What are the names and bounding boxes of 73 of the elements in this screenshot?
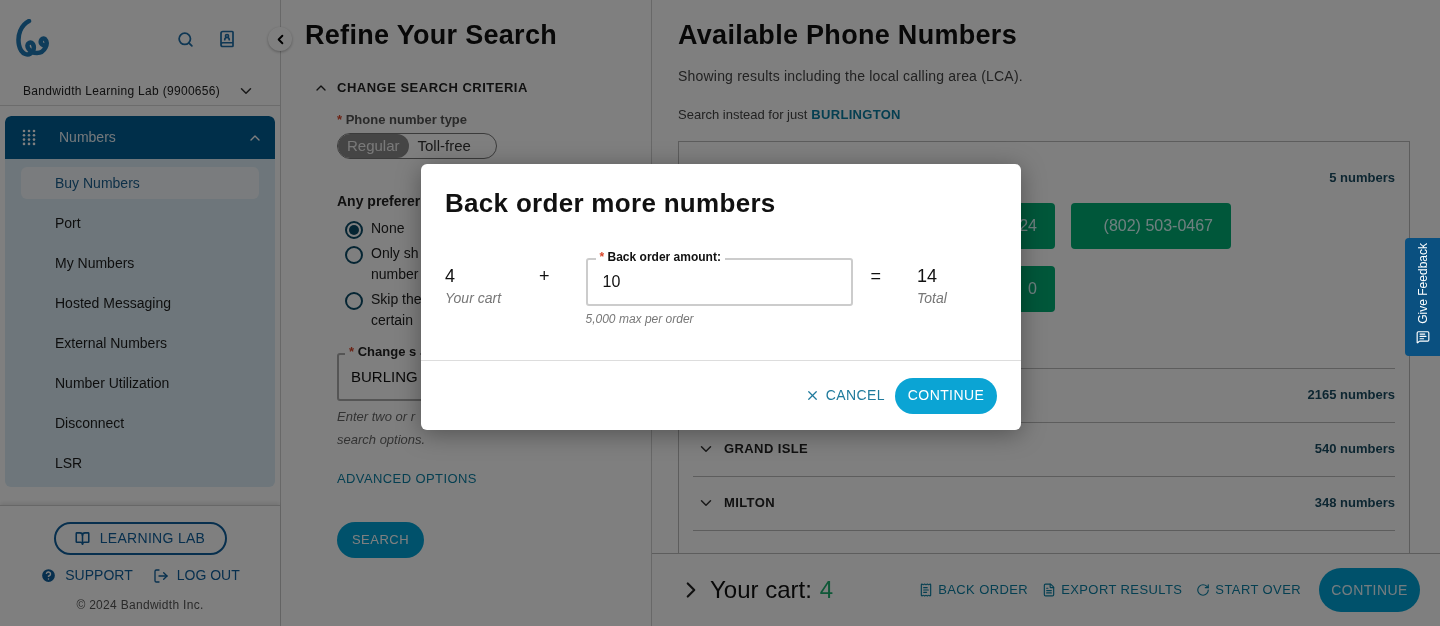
feedback-tab[interactable]: Give Feedback — [1405, 238, 1440, 356]
sidebar-item[interactable]: Port — [21, 207, 259, 239]
cart-count: 4 — [819, 575, 834, 605]
sidebar-item[interactable]: My Numbers — [21, 247, 259, 279]
field-label: * Back order amount: — [595, 250, 725, 264]
number-count: 348 numbers — [1314, 494, 1395, 513]
book-icon — [74, 531, 90, 546]
numbers-menu-header[interactable]: Numbers — [5, 116, 275, 159]
group-header[interactable]: GRAND ISLE 540 numbers — [693, 422, 1395, 476]
search-instead-text: Search instead for just — [678, 106, 808, 124]
option-label: None — [371, 219, 405, 238]
option-label: number — [371, 265, 419, 284]
copyright-text: © 2024 Bandwidth Inc. — [76, 597, 204, 614]
feedback-icon — [1415, 330, 1430, 344]
sidebar-item[interactable]: External Numbers — [21, 327, 259, 359]
logout-link[interactable]: LOG OUT — [152, 565, 240, 586]
menu-label: Numbers — [59, 128, 116, 147]
preference-label: Any preferer — [337, 192, 421, 211]
total-value: 14 — [917, 265, 938, 288]
logout-icon — [152, 567, 169, 584]
document-icon — [1042, 583, 1057, 597]
results-subtitle: Showing results including the local calling area (LCA). — [678, 67, 1024, 86]
account-name: Bandwidth Learning Lab (9900656) — [23, 82, 221, 100]
radio-button[interactable] — [345, 292, 363, 310]
search-icon[interactable] — [177, 30, 194, 48]
group-name: GRAND ISLE — [724, 440, 809, 459]
search-button[interactable]: SEARCH — [337, 521, 424, 558]
option-label: certain — [371, 311, 415, 330]
continue-button[interactable]: CONTINUE — [1319, 568, 1420, 612]
dialog-title: Back order more numbers — [445, 187, 776, 220]
equals-sign: = — [870, 265, 882, 288]
help-icon — [40, 567, 58, 584]
dialpad-icon — [22, 129, 36, 146]
cancel-button[interactable]: CANCEL — [802, 377, 887, 414]
cart-action-link[interactable]: START OVER — [1196, 580, 1301, 600]
phone-number-chip[interactable]: (802) 503-0467 — [1071, 202, 1231, 249]
advanced-options-link[interactable]: ADVANCED OPTIONS — [337, 469, 477, 489]
sidebar-item[interactable]: Disconnect — [21, 407, 259, 439]
plus-sign: + — [539, 265, 550, 288]
radio-button[interactable] — [345, 246, 363, 264]
group-name: MILTON — [724, 494, 776, 513]
hint-text: Enter two or r — [337, 408, 417, 426]
hint-text: search options. — [337, 431, 427, 449]
sidebar-item[interactable]: Number Utilization — [21, 367, 259, 399]
learning-lab-button[interactable]: LEARNING LAB — [53, 522, 227, 555]
cart-action-link[interactable]: BACK ORDER — [919, 580, 1029, 600]
criteria-toggle[interactable]: CHANGE SEARCH CRITERIA — [313, 78, 651, 98]
sidebar-item[interactable]: Hosted Messaging — [21, 287, 259, 319]
cart-label: Your cart: — [710, 575, 812, 605]
support-link[interactable]: SUPPORT — [40, 565, 133, 586]
receipt-icon — [919, 583, 934, 597]
city-link[interactable]: BURLINGTON — [811, 105, 901, 125]
option-label: Skip the — [371, 290, 422, 309]
hint-text: 5,000 max per order — [585, 311, 694, 328]
sidebar-item[interactable]: LSR — [21, 447, 259, 479]
cart-value: 4 — [445, 265, 455, 288]
sidebar-item[interactable]: Buy Numbers — [21, 167, 259, 199]
contacts-icon[interactable] — [218, 30, 236, 48]
toggle-option[interactable]: Toll-free — [408, 134, 480, 158]
total-caption: Total — [917, 289, 947, 308]
continue-button[interactable]: CONTINUE — [895, 377, 997, 414]
field-label: * Change s — [345, 345, 421, 359]
results-title: Available Phone Numbers — [678, 19, 1018, 52]
panel-title: Refine Your Search — [305, 19, 558, 52]
number-count: 540 numbers — [1314, 440, 1395, 459]
cart-action-link[interactable]: EXPORT RESULTS — [1042, 580, 1183, 600]
group-header[interactable]: MILTON 348 numbers — [693, 476, 1395, 530]
cart-caption: Your cart — [445, 289, 502, 308]
radio-button[interactable] — [345, 221, 363, 239]
option-label: Only sh — [371, 244, 419, 263]
logo-icon — [15, 19, 51, 59]
refresh-icon — [1196, 583, 1211, 597]
field-label: * Phone number type — [337, 110, 469, 129]
